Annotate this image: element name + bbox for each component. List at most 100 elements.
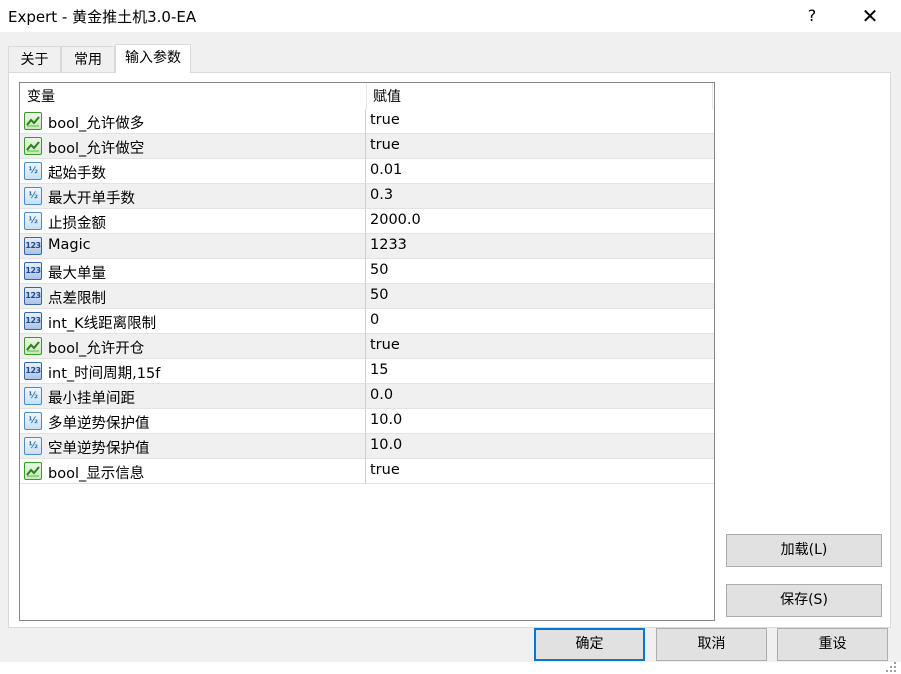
variable-cell[interactable]: ½ 止损金额 [20, 209, 366, 234]
variable-value[interactable]: 2000.0 [370, 212, 421, 228]
table-row[interactable]: ½ 多单逆势保护值 10.0 [20, 409, 714, 434]
int-icon: 123 [24, 312, 42, 330]
close-button[interactable]: ✕ [852, 2, 888, 30]
resize-grip-icon[interactable] [884, 660, 898, 672]
table-row[interactable]: 123 最大单量 50 [20, 259, 714, 284]
variable-cell[interactable]: bool_显示信息 [20, 459, 366, 484]
column-header-variable[interactable]: 变量 [20, 83, 366, 109]
variable-name: 最大单量 [48, 266, 106, 282]
bool-icon [24, 462, 42, 480]
variable-name: 起始手数 [48, 166, 106, 182]
window-title: Expert - 黄金推土机3.0-EA [8, 8, 197, 26]
value-cell[interactable]: 0 [366, 309, 714, 334]
int-icon: 123 [24, 362, 42, 380]
variable-name: 最大开单手数 [48, 191, 135, 207]
table-row[interactable]: bool_允许做空 true [20, 134, 714, 159]
variable-value[interactable]: true [370, 462, 400, 478]
load-button[interactable]: 加载(L) [726, 534, 882, 567]
grid-header: 变量 赋值 [20, 83, 713, 109]
column-header-value[interactable]: 赋值 [366, 83, 712, 109]
variable-value[interactable]: 15 [370, 362, 388, 378]
title-bar: Expert - 黄金推土机3.0-EA ? ✕ [0, 0, 901, 32]
variable-name: int_时间周期,15f [48, 366, 161, 382]
table-row[interactable]: bool_允许开仓 true [20, 334, 714, 359]
double-icon-glyph: ½ [28, 166, 38, 176]
table-row[interactable]: 123 点差限制 50 [20, 284, 714, 309]
variable-value[interactable]: 10.0 [370, 412, 402, 428]
value-cell[interactable]: true [366, 134, 714, 159]
variable-value[interactable]: true [370, 137, 400, 153]
table-row[interactable]: 123 Magic 1233 [20, 234, 714, 259]
table-row[interactable]: bool_允许做多 true [20, 109, 714, 134]
variable-name: int_K线距离限制 [48, 316, 157, 332]
variable-cell[interactable]: ½ 多单逆势保护值 [20, 409, 366, 434]
bool-icon [24, 137, 42, 155]
variable-value[interactable]: 0 [370, 312, 379, 328]
save-button[interactable]: 保存(S) [726, 584, 882, 617]
variable-cell[interactable]: 123 点差限制 [20, 284, 366, 309]
value-cell[interactable]: 1233 [366, 234, 714, 259]
variable-cell[interactable]: bool_允许做多 [20, 109, 366, 134]
variable-cell[interactable]: 123 最大单量 [20, 259, 366, 284]
variable-name: bool_允许开仓 [48, 341, 145, 357]
table-row[interactable]: ½ 止损金额 2000.0 [20, 209, 714, 234]
int-icon-glyph: 123 [25, 366, 41, 375]
variable-cell[interactable]: bool_允许开仓 [20, 334, 366, 359]
tab-about[interactable]: 关于 [8, 46, 61, 72]
variable-cell[interactable]: 123 Magic [20, 234, 366, 259]
variable-cell[interactable]: 123 int_时间周期,15f [20, 359, 366, 384]
table-row[interactable]: ½ 最小挂单间距 0.0 [20, 384, 714, 409]
variable-value[interactable]: 0.0 [370, 387, 393, 403]
value-cell[interactable]: true [366, 334, 714, 359]
variable-value[interactable]: true [370, 337, 400, 353]
table-row[interactable]: bool_显示信息 true [20, 459, 714, 484]
variable-value[interactable]: true [370, 112, 400, 128]
variable-cell[interactable]: ½ 最小挂单间距 [20, 384, 366, 409]
value-cell[interactable]: 0.01 [366, 159, 714, 184]
variable-cell[interactable]: ½ 空单逆势保护值 [20, 434, 366, 459]
value-cell[interactable]: 15 [366, 359, 714, 384]
variable-value[interactable]: 10.0 [370, 437, 402, 453]
variable-cell[interactable]: 123 int_K线距离限制 [20, 309, 366, 334]
value-cell[interactable]: 10.0 [366, 434, 714, 459]
variable-name: 空单逆势保护值 [48, 441, 150, 457]
table-row[interactable]: 123 int_时间周期,15f 15 [20, 359, 714, 384]
help-button[interactable]: ? [797, 3, 827, 29]
variable-value[interactable]: 50 [370, 287, 388, 303]
int-icon: 123 [24, 237, 42, 255]
variable-value[interactable]: 50 [370, 262, 388, 278]
tab-inputs[interactable]: 输入参数 [115, 44, 191, 73]
value-cell[interactable]: true [366, 459, 714, 484]
tab-common[interactable]: 常用 [61, 46, 115, 72]
variable-value[interactable]: 1233 [370, 237, 407, 253]
variable-cell[interactable]: bool_允许做空 [20, 134, 366, 159]
value-cell[interactable]: 50 [366, 259, 714, 284]
double-icon-glyph: ½ [28, 416, 38, 426]
variable-value[interactable]: 0.01 [370, 162, 402, 178]
table-row[interactable]: ½ 起始手数 0.01 [20, 159, 714, 184]
value-cell[interactable]: 10.0 [366, 409, 714, 434]
table-row[interactable]: 123 int_K线距离限制 0 [20, 309, 714, 334]
parameter-grid[interactable]: 变量 赋值 bool_允许做多 true bool_允许做空 true ½ 起始手数 0.0… [19, 82, 715, 621]
cancel-button[interactable]: 取消 [656, 628, 767, 661]
column-divider[interactable] [712, 83, 713, 109]
int-icon: 123 [24, 287, 42, 305]
variable-name: 最小挂单间距 [48, 391, 135, 407]
variable-name: 止损金额 [48, 216, 106, 232]
value-cell[interactable]: 0.3 [366, 184, 714, 209]
double-icon: ½ [24, 387, 42, 405]
int-icon-glyph: 123 [25, 291, 41, 300]
variable-value[interactable]: 0.3 [370, 187, 393, 203]
value-cell[interactable]: 2000.0 [366, 209, 714, 234]
variable-name: 点差限制 [48, 291, 106, 307]
status-strip [0, 662, 901, 674]
reset-button[interactable]: 重设 [777, 628, 888, 661]
table-row[interactable]: ½ 最大开单手数 0.3 [20, 184, 714, 209]
variable-cell[interactable]: ½ 起始手数 [20, 159, 366, 184]
table-row[interactable]: ½ 空单逆势保护值 10.0 [20, 434, 714, 459]
value-cell[interactable]: 50 [366, 284, 714, 309]
value-cell[interactable]: 0.0 [366, 384, 714, 409]
variable-cell[interactable]: ½ 最大开单手数 [20, 184, 366, 209]
value-cell[interactable]: true [366, 109, 714, 134]
ok-button[interactable]: 确定 [534, 628, 645, 661]
